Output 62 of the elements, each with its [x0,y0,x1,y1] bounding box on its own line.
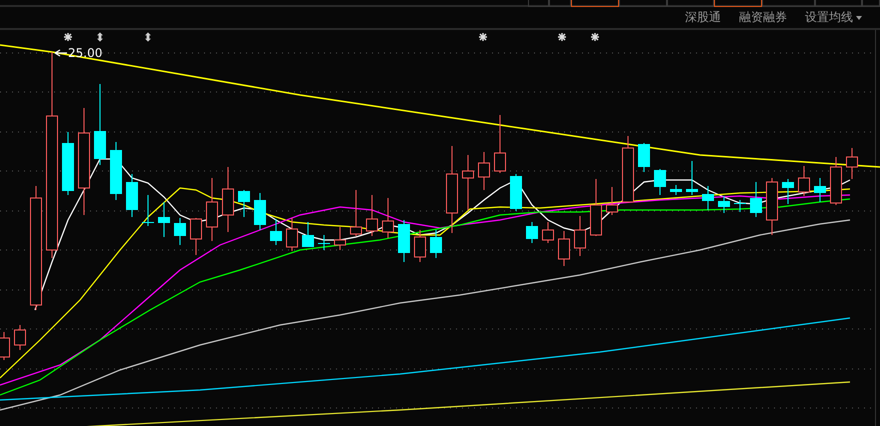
candlestick [670,184,682,196]
candlestick [750,182,762,218]
toolbar-button[interactable]: 设置均线 [805,9,862,26]
candlestick [686,160,698,196]
candlestick [798,166,810,196]
candlestick [270,218,282,246]
asterisk-icon [558,33,566,41]
candlestick [478,152,490,190]
candlestick [222,166,234,232]
toolbar-button[interactable]: 深股通 [685,9,721,26]
candlestick [654,168,666,196]
candlestick [414,230,426,262]
candlestick [158,202,170,238]
candlestick [238,190,250,218]
candlestick [590,178,602,236]
candlestick [782,178,794,204]
asterisk-icon [64,33,72,41]
candlestick [382,198,394,238]
toolbar-button[interactable]: 融资融券 [739,9,787,26]
candlestick [510,174,522,212]
candlestick [638,142,650,172]
candlestick [526,222,538,244]
candlestick [126,174,138,218]
tab[interactable] [571,0,619,7]
candlestick [558,230,570,266]
tab[interactable] [714,0,762,7]
arrow-icon [54,49,68,57]
asterisk-icon [591,33,599,41]
candlestick [190,218,202,256]
candlestick [62,132,74,196]
double-arrow-icon [145,32,151,42]
candlestick [174,218,186,246]
candlestick [286,218,298,252]
candlestick [846,148,858,180]
candlestick [142,194,154,226]
candlestick [206,178,218,242]
asterisk-icon [479,33,487,41]
candlestick [494,114,506,174]
candlestick [398,220,410,262]
candlestick [542,222,554,244]
candlestick [718,196,730,214]
candlestick [302,222,314,248]
candlestick [254,192,266,230]
candlestick [766,178,778,236]
candlestick [462,154,474,210]
candlestick [830,156,842,206]
candlestick [702,186,714,210]
candlestick [430,230,442,258]
candlestick [622,136,634,202]
candlestick [14,324,26,350]
caret-icon [856,16,862,20]
candlestick [350,190,362,236]
candlestick [334,226,346,250]
candlestick [366,194,378,236]
candlestick [734,200,746,212]
candlestick [606,186,618,216]
double-arrow-icon [97,32,103,42]
candlestick [110,142,122,200]
high-price-label: 25.00 [68,46,102,60]
candlestick [318,234,330,250]
candlestick [574,216,586,256]
candlestick [814,178,826,202]
